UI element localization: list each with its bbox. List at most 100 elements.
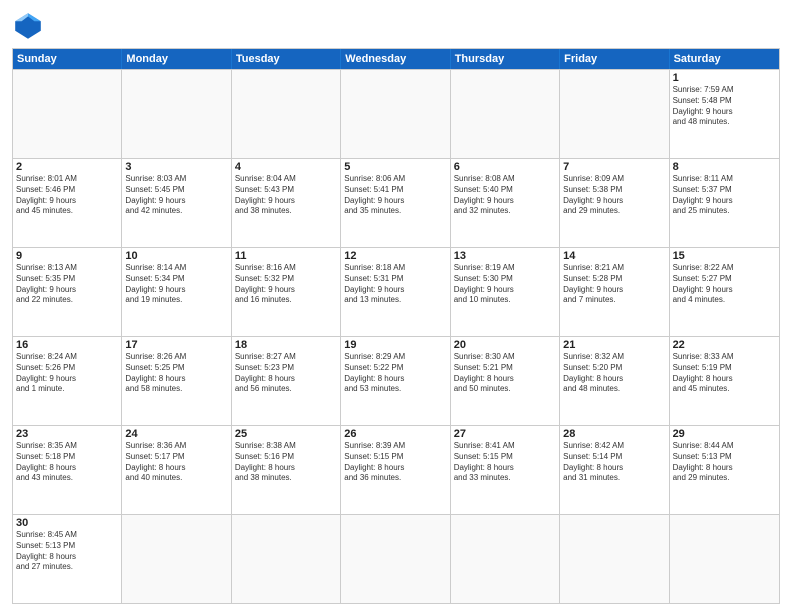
day-info: Sunrise: 8:04 AM Sunset: 5:43 PM Dayligh… (235, 174, 337, 217)
cal-row-4: 23Sunrise: 8:35 AM Sunset: 5:18 PM Dayli… (13, 425, 779, 514)
day-number: 11 (235, 250, 337, 262)
cal-cell: 30Sunrise: 8:45 AM Sunset: 5:13 PM Dayli… (13, 515, 122, 603)
day-info: Sunrise: 8:06 AM Sunset: 5:41 PM Dayligh… (344, 174, 446, 217)
calendar-header: SundayMondayTuesdayWednesdayThursdayFrid… (13, 49, 779, 69)
day-info: Sunrise: 8:19 AM Sunset: 5:30 PM Dayligh… (454, 263, 556, 306)
day-info: Sunrise: 8:41 AM Sunset: 5:15 PM Dayligh… (454, 441, 556, 484)
cal-header-friday: Friday (560, 49, 669, 69)
cal-cell (232, 70, 341, 158)
day-info: Sunrise: 8:22 AM Sunset: 5:27 PM Dayligh… (673, 263, 776, 306)
cal-cell: 17Sunrise: 8:26 AM Sunset: 5:25 PM Dayli… (122, 337, 231, 425)
cal-cell (341, 515, 450, 603)
day-number: 20 (454, 339, 556, 351)
day-info: Sunrise: 8:01 AM Sunset: 5:46 PM Dayligh… (16, 174, 118, 217)
day-info: Sunrise: 8:21 AM Sunset: 5:28 PM Dayligh… (563, 263, 665, 306)
day-info: Sunrise: 8:18 AM Sunset: 5:31 PM Dayligh… (344, 263, 446, 306)
cal-cell: 4Sunrise: 8:04 AM Sunset: 5:43 PM Daylig… (232, 159, 341, 247)
cal-cell (232, 515, 341, 603)
day-number: 16 (16, 339, 118, 351)
day-number: 28 (563, 428, 665, 440)
day-number: 30 (16, 517, 118, 529)
cal-row-2: 9Sunrise: 8:13 AM Sunset: 5:35 PM Daylig… (13, 247, 779, 336)
cal-cell: 22Sunrise: 8:33 AM Sunset: 5:19 PM Dayli… (670, 337, 779, 425)
day-number: 14 (563, 250, 665, 262)
cal-cell: 3Sunrise: 8:03 AM Sunset: 5:45 PM Daylig… (122, 159, 231, 247)
cal-cell: 8Sunrise: 8:11 AM Sunset: 5:37 PM Daylig… (670, 159, 779, 247)
cal-header-wednesday: Wednesday (341, 49, 450, 69)
cal-row-0: 1Sunrise: 7:59 AM Sunset: 5:48 PM Daylig… (13, 69, 779, 158)
cal-cell: 10Sunrise: 8:14 AM Sunset: 5:34 PM Dayli… (122, 248, 231, 336)
day-info: Sunrise: 8:42 AM Sunset: 5:14 PM Dayligh… (563, 441, 665, 484)
day-number: 9 (16, 250, 118, 262)
day-number: 17 (125, 339, 227, 351)
cal-cell: 15Sunrise: 8:22 AM Sunset: 5:27 PM Dayli… (670, 248, 779, 336)
day-info: Sunrise: 8:08 AM Sunset: 5:40 PM Dayligh… (454, 174, 556, 217)
cal-cell: 16Sunrise: 8:24 AM Sunset: 5:26 PM Dayli… (13, 337, 122, 425)
day-number: 23 (16, 428, 118, 440)
day-number: 13 (454, 250, 556, 262)
day-number: 10 (125, 250, 227, 262)
cal-row-5: 30Sunrise: 8:45 AM Sunset: 5:13 PM Dayli… (13, 514, 779, 603)
day-info: Sunrise: 8:11 AM Sunset: 5:37 PM Dayligh… (673, 174, 776, 217)
day-info: Sunrise: 8:33 AM Sunset: 5:19 PM Dayligh… (673, 352, 776, 395)
day-info: Sunrise: 8:45 AM Sunset: 5:13 PM Dayligh… (16, 530, 118, 573)
cal-cell (451, 515, 560, 603)
cal-header-monday: Monday (122, 49, 231, 69)
cal-header-saturday: Saturday (670, 49, 779, 69)
cal-row-3: 16Sunrise: 8:24 AM Sunset: 5:26 PM Dayli… (13, 336, 779, 425)
day-number: 24 (125, 428, 227, 440)
cal-cell: 26Sunrise: 8:39 AM Sunset: 5:15 PM Dayli… (341, 426, 450, 514)
cal-cell: 28Sunrise: 8:42 AM Sunset: 5:14 PM Dayli… (560, 426, 669, 514)
cal-cell: 23Sunrise: 8:35 AM Sunset: 5:18 PM Dayli… (13, 426, 122, 514)
cal-cell (560, 515, 669, 603)
day-info: Sunrise: 8:29 AM Sunset: 5:22 PM Dayligh… (344, 352, 446, 395)
cal-row-1: 2Sunrise: 8:01 AM Sunset: 5:46 PM Daylig… (13, 158, 779, 247)
cal-cell: 29Sunrise: 8:44 AM Sunset: 5:13 PM Dayli… (670, 426, 779, 514)
day-number: 7 (563, 161, 665, 173)
calendar-body: 1Sunrise: 7:59 AM Sunset: 5:48 PM Daylig… (13, 69, 779, 603)
day-info: Sunrise: 8:32 AM Sunset: 5:20 PM Dayligh… (563, 352, 665, 395)
cal-cell: 14Sunrise: 8:21 AM Sunset: 5:28 PM Dayli… (560, 248, 669, 336)
day-number: 19 (344, 339, 446, 351)
day-number: 22 (673, 339, 776, 351)
cal-cell: 6Sunrise: 8:08 AM Sunset: 5:40 PM Daylig… (451, 159, 560, 247)
day-number: 15 (673, 250, 776, 262)
cal-cell: 9Sunrise: 8:13 AM Sunset: 5:35 PM Daylig… (13, 248, 122, 336)
cal-cell: 11Sunrise: 8:16 AM Sunset: 5:32 PM Dayli… (232, 248, 341, 336)
day-info: Sunrise: 8:14 AM Sunset: 5:34 PM Dayligh… (125, 263, 227, 306)
cal-cell: 20Sunrise: 8:30 AM Sunset: 5:21 PM Dayli… (451, 337, 560, 425)
day-number: 2 (16, 161, 118, 173)
day-number: 26 (344, 428, 446, 440)
day-number: 12 (344, 250, 446, 262)
day-info: Sunrise: 8:24 AM Sunset: 5:26 PM Dayligh… (16, 352, 118, 395)
cal-cell: 2Sunrise: 8:01 AM Sunset: 5:46 PM Daylig… (13, 159, 122, 247)
day-number: 1 (673, 72, 776, 84)
day-info: Sunrise: 8:13 AM Sunset: 5:35 PM Dayligh… (16, 263, 118, 306)
cal-cell: 21Sunrise: 8:32 AM Sunset: 5:20 PM Dayli… (560, 337, 669, 425)
day-info: Sunrise: 8:27 AM Sunset: 5:23 PM Dayligh… (235, 352, 337, 395)
logo (12, 10, 48, 42)
day-number: 4 (235, 161, 337, 173)
cal-cell (122, 70, 231, 158)
cal-cell (13, 70, 122, 158)
day-info: Sunrise: 8:35 AM Sunset: 5:18 PM Dayligh… (16, 441, 118, 484)
day-number: 5 (344, 161, 446, 173)
cal-cell (451, 70, 560, 158)
cal-cell: 19Sunrise: 8:29 AM Sunset: 5:22 PM Dayli… (341, 337, 450, 425)
day-info: Sunrise: 8:38 AM Sunset: 5:16 PM Dayligh… (235, 441, 337, 484)
cal-cell: 1Sunrise: 7:59 AM Sunset: 5:48 PM Daylig… (670, 70, 779, 158)
cal-header-tuesday: Tuesday (232, 49, 341, 69)
cal-header-thursday: Thursday (451, 49, 560, 69)
day-info: Sunrise: 8:03 AM Sunset: 5:45 PM Dayligh… (125, 174, 227, 217)
day-info: Sunrise: 8:44 AM Sunset: 5:13 PM Dayligh… (673, 441, 776, 484)
logo-icon (12, 10, 44, 42)
day-number: 8 (673, 161, 776, 173)
day-info: Sunrise: 8:36 AM Sunset: 5:17 PM Dayligh… (125, 441, 227, 484)
day-number: 21 (563, 339, 665, 351)
day-info: Sunrise: 8:30 AM Sunset: 5:21 PM Dayligh… (454, 352, 556, 395)
day-number: 25 (235, 428, 337, 440)
cal-header-sunday: Sunday (13, 49, 122, 69)
cal-cell: 18Sunrise: 8:27 AM Sunset: 5:23 PM Dayli… (232, 337, 341, 425)
cal-cell: 7Sunrise: 8:09 AM Sunset: 5:38 PM Daylig… (560, 159, 669, 247)
day-number: 6 (454, 161, 556, 173)
